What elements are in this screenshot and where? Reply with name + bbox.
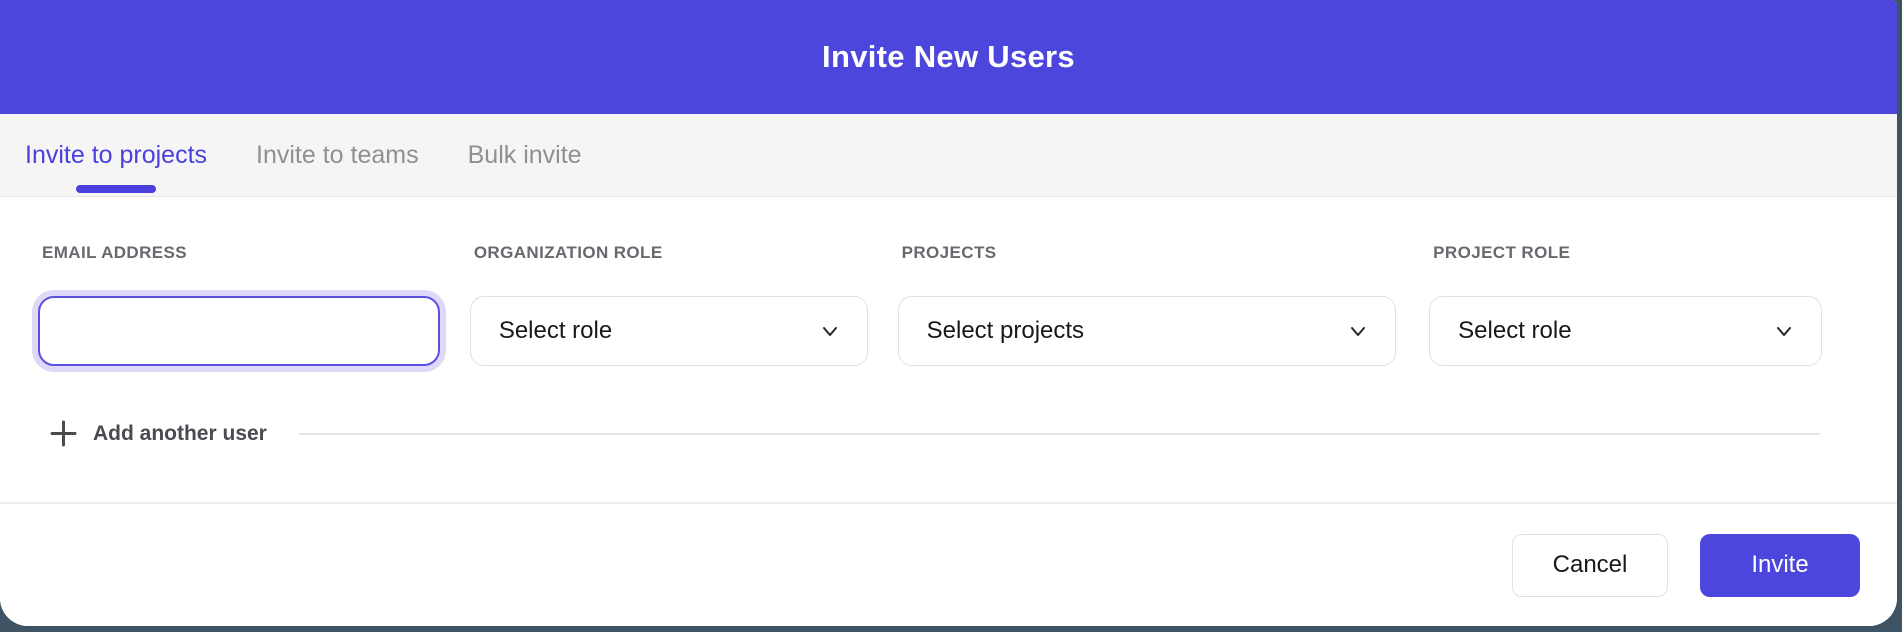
dialog-header: Invite New Users — [0, 0, 1897, 114]
chevron-down-icon — [1773, 320, 1795, 342]
add-user-row: Add another user — [38, 420, 1822, 447]
tab-bulk-invite[interactable]: Bulk invite — [468, 114, 582, 196]
select-value: Select role — [499, 317, 612, 345]
tab-label: Invite to teams — [256, 141, 419, 170]
invite-dialog: Invite New Users Invite to projects Invi… — [0, 0, 1897, 626]
plus-icon — [50, 420, 77, 447]
organization-role-label: ORGANIZATION ROLE — [470, 243, 868, 263]
organization-role-select[interactable]: Select role — [470, 296, 868, 366]
project-role-label: PROJECT ROLE — [1429, 243, 1822, 263]
invite-row: EMAIL ADDRESS ORGANIZATION ROLE Select r… — [38, 243, 1822, 366]
email-field-column: EMAIL ADDRESS — [38, 243, 440, 366]
chevron-down-icon — [1347, 320, 1369, 342]
email-address-label: EMAIL ADDRESS — [38, 243, 440, 263]
projects-select[interactable]: Select projects — [898, 296, 1397, 366]
invite-form: EMAIL ADDRESS ORGANIZATION ROLE Select r… — [0, 197, 1897, 502]
project-role-column: PROJECT ROLE Select role — [1429, 243, 1822, 366]
tab-invite-to-teams[interactable]: Invite to teams — [256, 114, 419, 196]
select-value: Select role — [1458, 317, 1571, 345]
project-role-select[interactable]: Select role — [1429, 296, 1822, 366]
projects-label: PROJECTS — [898, 243, 1397, 263]
add-another-user-button[interactable]: Add another user — [38, 420, 267, 447]
tab-bar: Invite to projects Invite to teams Bulk … — [0, 114, 1897, 197]
invite-button[interactable]: Invite — [1700, 534, 1860, 597]
tab-invite-to-projects[interactable]: Invite to projects — [25, 114, 207, 196]
add-another-user-label: Add another user — [93, 422, 267, 446]
divider — [299, 433, 1820, 435]
dialog-footer: Cancel Invite — [0, 502, 1897, 626]
email-input[interactable] — [38, 296, 440, 366]
select-value: Select projects — [927, 317, 1084, 345]
tab-label: Invite to projects — [25, 141, 207, 170]
dialog-title: Invite New Users — [822, 39, 1075, 75]
cancel-button[interactable]: Cancel — [1512, 534, 1668, 597]
tab-label: Bulk invite — [468, 141, 582, 170]
chevron-down-icon — [819, 320, 841, 342]
projects-column: PROJECTS Select projects — [898, 243, 1397, 366]
organization-role-column: ORGANIZATION ROLE Select role — [470, 243, 868, 366]
